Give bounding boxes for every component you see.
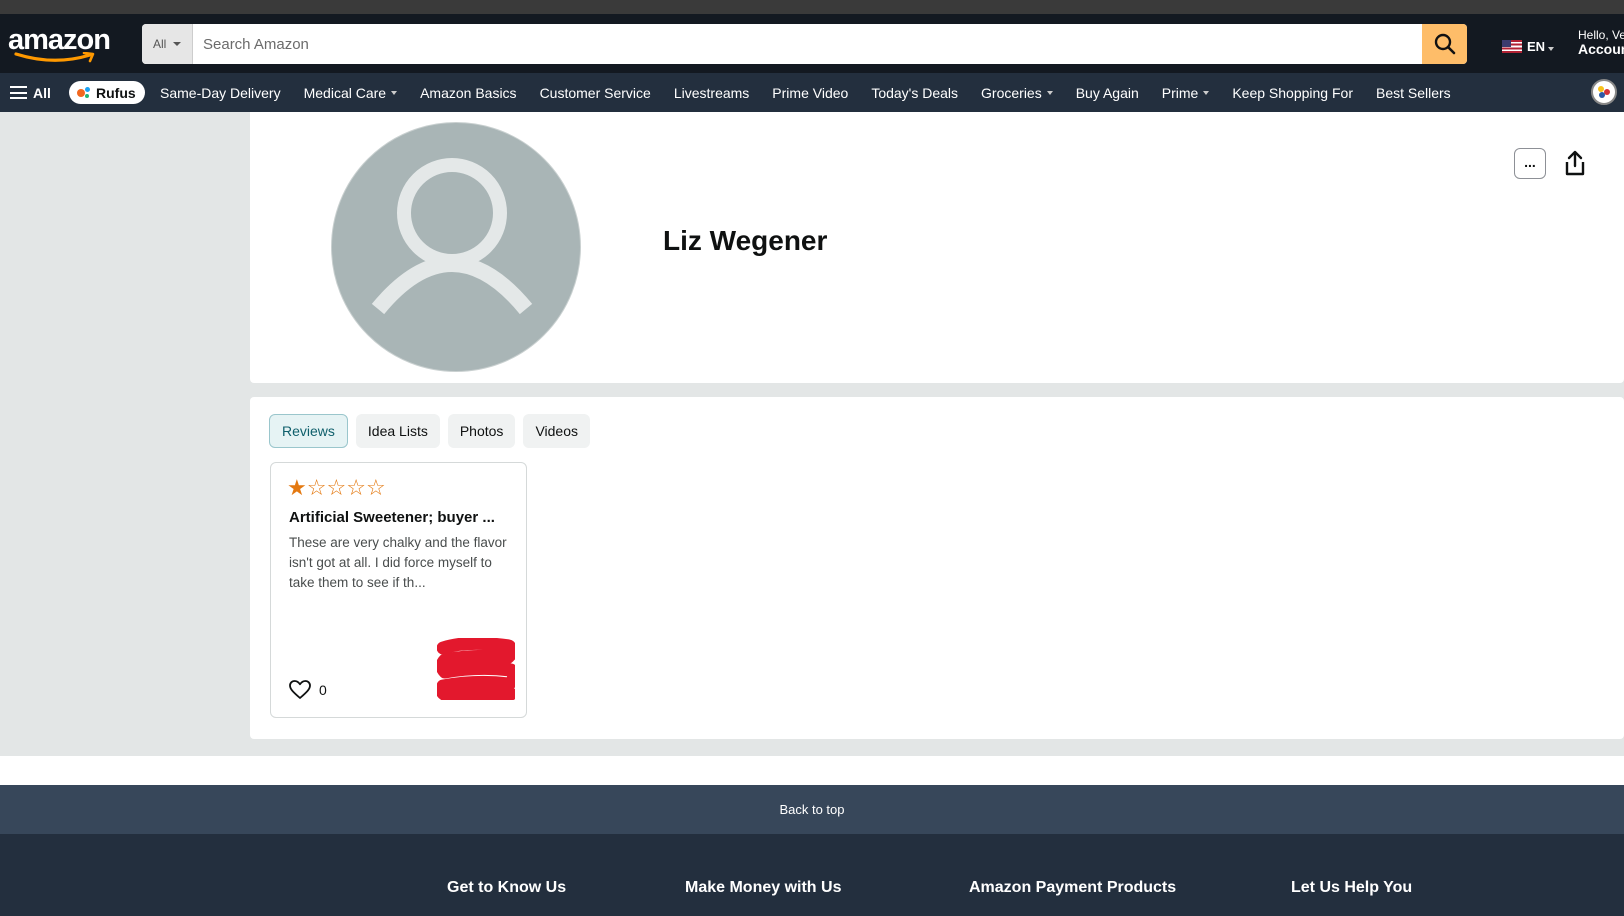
team-logo-graphic bbox=[1598, 86, 1610, 98]
language-label: EN bbox=[1527, 38, 1546, 54]
star-empty-icon: ☆ bbox=[306, 475, 327, 500]
redaction-mark bbox=[437, 638, 515, 700]
search-icon bbox=[1434, 33, 1455, 55]
profile-tabs: Reviews Idea Lists Photos Videos bbox=[269, 414, 598, 448]
nav-link-todays-deals[interactable]: Today's Deals bbox=[871, 85, 958, 101]
account-menu[interactable]: Hello, Ve Accoun bbox=[1578, 28, 1624, 56]
star-empty-icon: ☆ bbox=[326, 475, 347, 500]
footer-heading-payment-products: Amazon Payment Products bbox=[969, 879, 1177, 896]
footer-spacer bbox=[0, 756, 1624, 785]
logo-smile-icon bbox=[14, 52, 95, 63]
footer: Get to Know Us Make Money with Us Amazon… bbox=[0, 834, 1624, 916]
profile-content-panel: Reviews Idea Lists Photos Videos ★ ☆ ☆ ☆… bbox=[250, 397, 1624, 739]
nav-links: Same-Day Delivery Medical Care Amazon Ba… bbox=[160, 73, 1474, 112]
helpful-count: 0 bbox=[319, 682, 327, 698]
amazon-logo[interactable]: amazon bbox=[8, 24, 111, 64]
nav-link-keep-shopping-for[interactable]: Keep Shopping For bbox=[1232, 85, 1353, 101]
nav-link-buy-again[interactable]: Buy Again bbox=[1076, 85, 1139, 101]
nav-bar: All Rufus Same-Day Delivery Medical Care… bbox=[0, 73, 1624, 112]
rufus-button[interactable]: Rufus bbox=[69, 81, 145, 104]
default-avatar-icon bbox=[371, 158, 533, 315]
share-icon bbox=[1565, 150, 1585, 176]
chevron-down-icon bbox=[391, 90, 398, 95]
rufus-icon bbox=[77, 86, 91, 99]
nav-link-amazon-basics[interactable]: Amazon Basics bbox=[420, 85, 516, 101]
review-title[interactable]: Artificial Sweetener; buyer ... bbox=[289, 509, 517, 526]
footer-heading-make-money: Make Money with Us bbox=[685, 879, 842, 896]
account-greeting: Hello, Ve bbox=[1578, 28, 1624, 42]
account-label: Accoun bbox=[1578, 41, 1624, 57]
all-menu-button[interactable]: All bbox=[10, 73, 51, 112]
window-top-strip bbox=[0, 0, 1624, 14]
tab-videos[interactable]: Videos bbox=[523, 414, 590, 448]
chevron-down-icon bbox=[1548, 47, 1555, 51]
footer-heading-get-to-know-us: Get to Know Us bbox=[447, 879, 567, 896]
nav-link-prime-video[interactable]: Prime Video bbox=[772, 85, 848, 101]
profile-name: Liz Wegener bbox=[663, 225, 828, 256]
star-filled-icon: ★ bbox=[287, 475, 307, 500]
back-to-top-button[interactable]: Back to top bbox=[0, 785, 1624, 834]
search-input[interactable] bbox=[193, 24, 1420, 64]
team-logo-icon[interactable] bbox=[1591, 79, 1617, 105]
star-empty-icon: ☆ bbox=[365, 475, 386, 500]
language-selector[interactable]: EN bbox=[1502, 38, 1555, 54]
nav-link-prime[interactable]: Prime bbox=[1162, 85, 1210, 101]
search-bar: All bbox=[142, 24, 1467, 64]
header: amazon All EN Hello, Ve Accoun bbox=[0, 14, 1624, 73]
helpful-button[interactable]: 0 bbox=[289, 680, 327, 700]
footer-heading-help: Let Us Help You bbox=[1291, 879, 1413, 896]
nav-link-medical-care[interactable]: Medical Care bbox=[304, 85, 398, 101]
all-menu-label: All bbox=[33, 84, 51, 101]
search-category-label: All bbox=[153, 37, 167, 51]
search-button[interactable] bbox=[1422, 24, 1467, 64]
star-rating: ★ ☆ ☆ ☆ ☆ bbox=[287, 477, 386, 499]
profile-header-panel: Liz Wegener ... bbox=[250, 112, 1624, 383]
nav-link-livestreams[interactable]: Livestreams bbox=[674, 85, 749, 101]
tab-idea-lists[interactable]: Idea Lists bbox=[355, 414, 440, 448]
chevron-down-icon bbox=[1046, 90, 1053, 95]
share-button[interactable] bbox=[1560, 148, 1590, 178]
tab-reviews[interactable]: Reviews bbox=[269, 414, 348, 448]
hamburger-icon bbox=[10, 86, 27, 99]
chevron-down-icon bbox=[173, 42, 182, 46]
us-flag-icon bbox=[1502, 39, 1522, 53]
more-options-button[interactable]: ... bbox=[1514, 148, 1546, 179]
nav-link-customer-service[interactable]: Customer Service bbox=[540, 85, 651, 101]
rufus-label: Rufus bbox=[96, 84, 136, 101]
avatar bbox=[331, 122, 581, 372]
nav-link-same-day-delivery[interactable]: Same-Day Delivery bbox=[160, 85, 281, 101]
review-card[interactable]: ★ ☆ ☆ ☆ ☆ Artificial Sweetener; buyer ..… bbox=[270, 462, 527, 718]
star-empty-icon: ☆ bbox=[346, 475, 366, 500]
nav-link-best-sellers[interactable]: Best Sellers bbox=[1376, 85, 1451, 101]
review-body: These are very chalky and the flavor isn… bbox=[289, 535, 507, 590]
heart-icon bbox=[289, 680, 311, 699]
chevron-down-icon bbox=[1203, 90, 1210, 95]
tab-photos[interactable]: Photos bbox=[447, 414, 516, 448]
search-category-dropdown[interactable]: All bbox=[142, 24, 193, 64]
nav-link-groceries[interactable]: Groceries bbox=[981, 85, 1053, 101]
